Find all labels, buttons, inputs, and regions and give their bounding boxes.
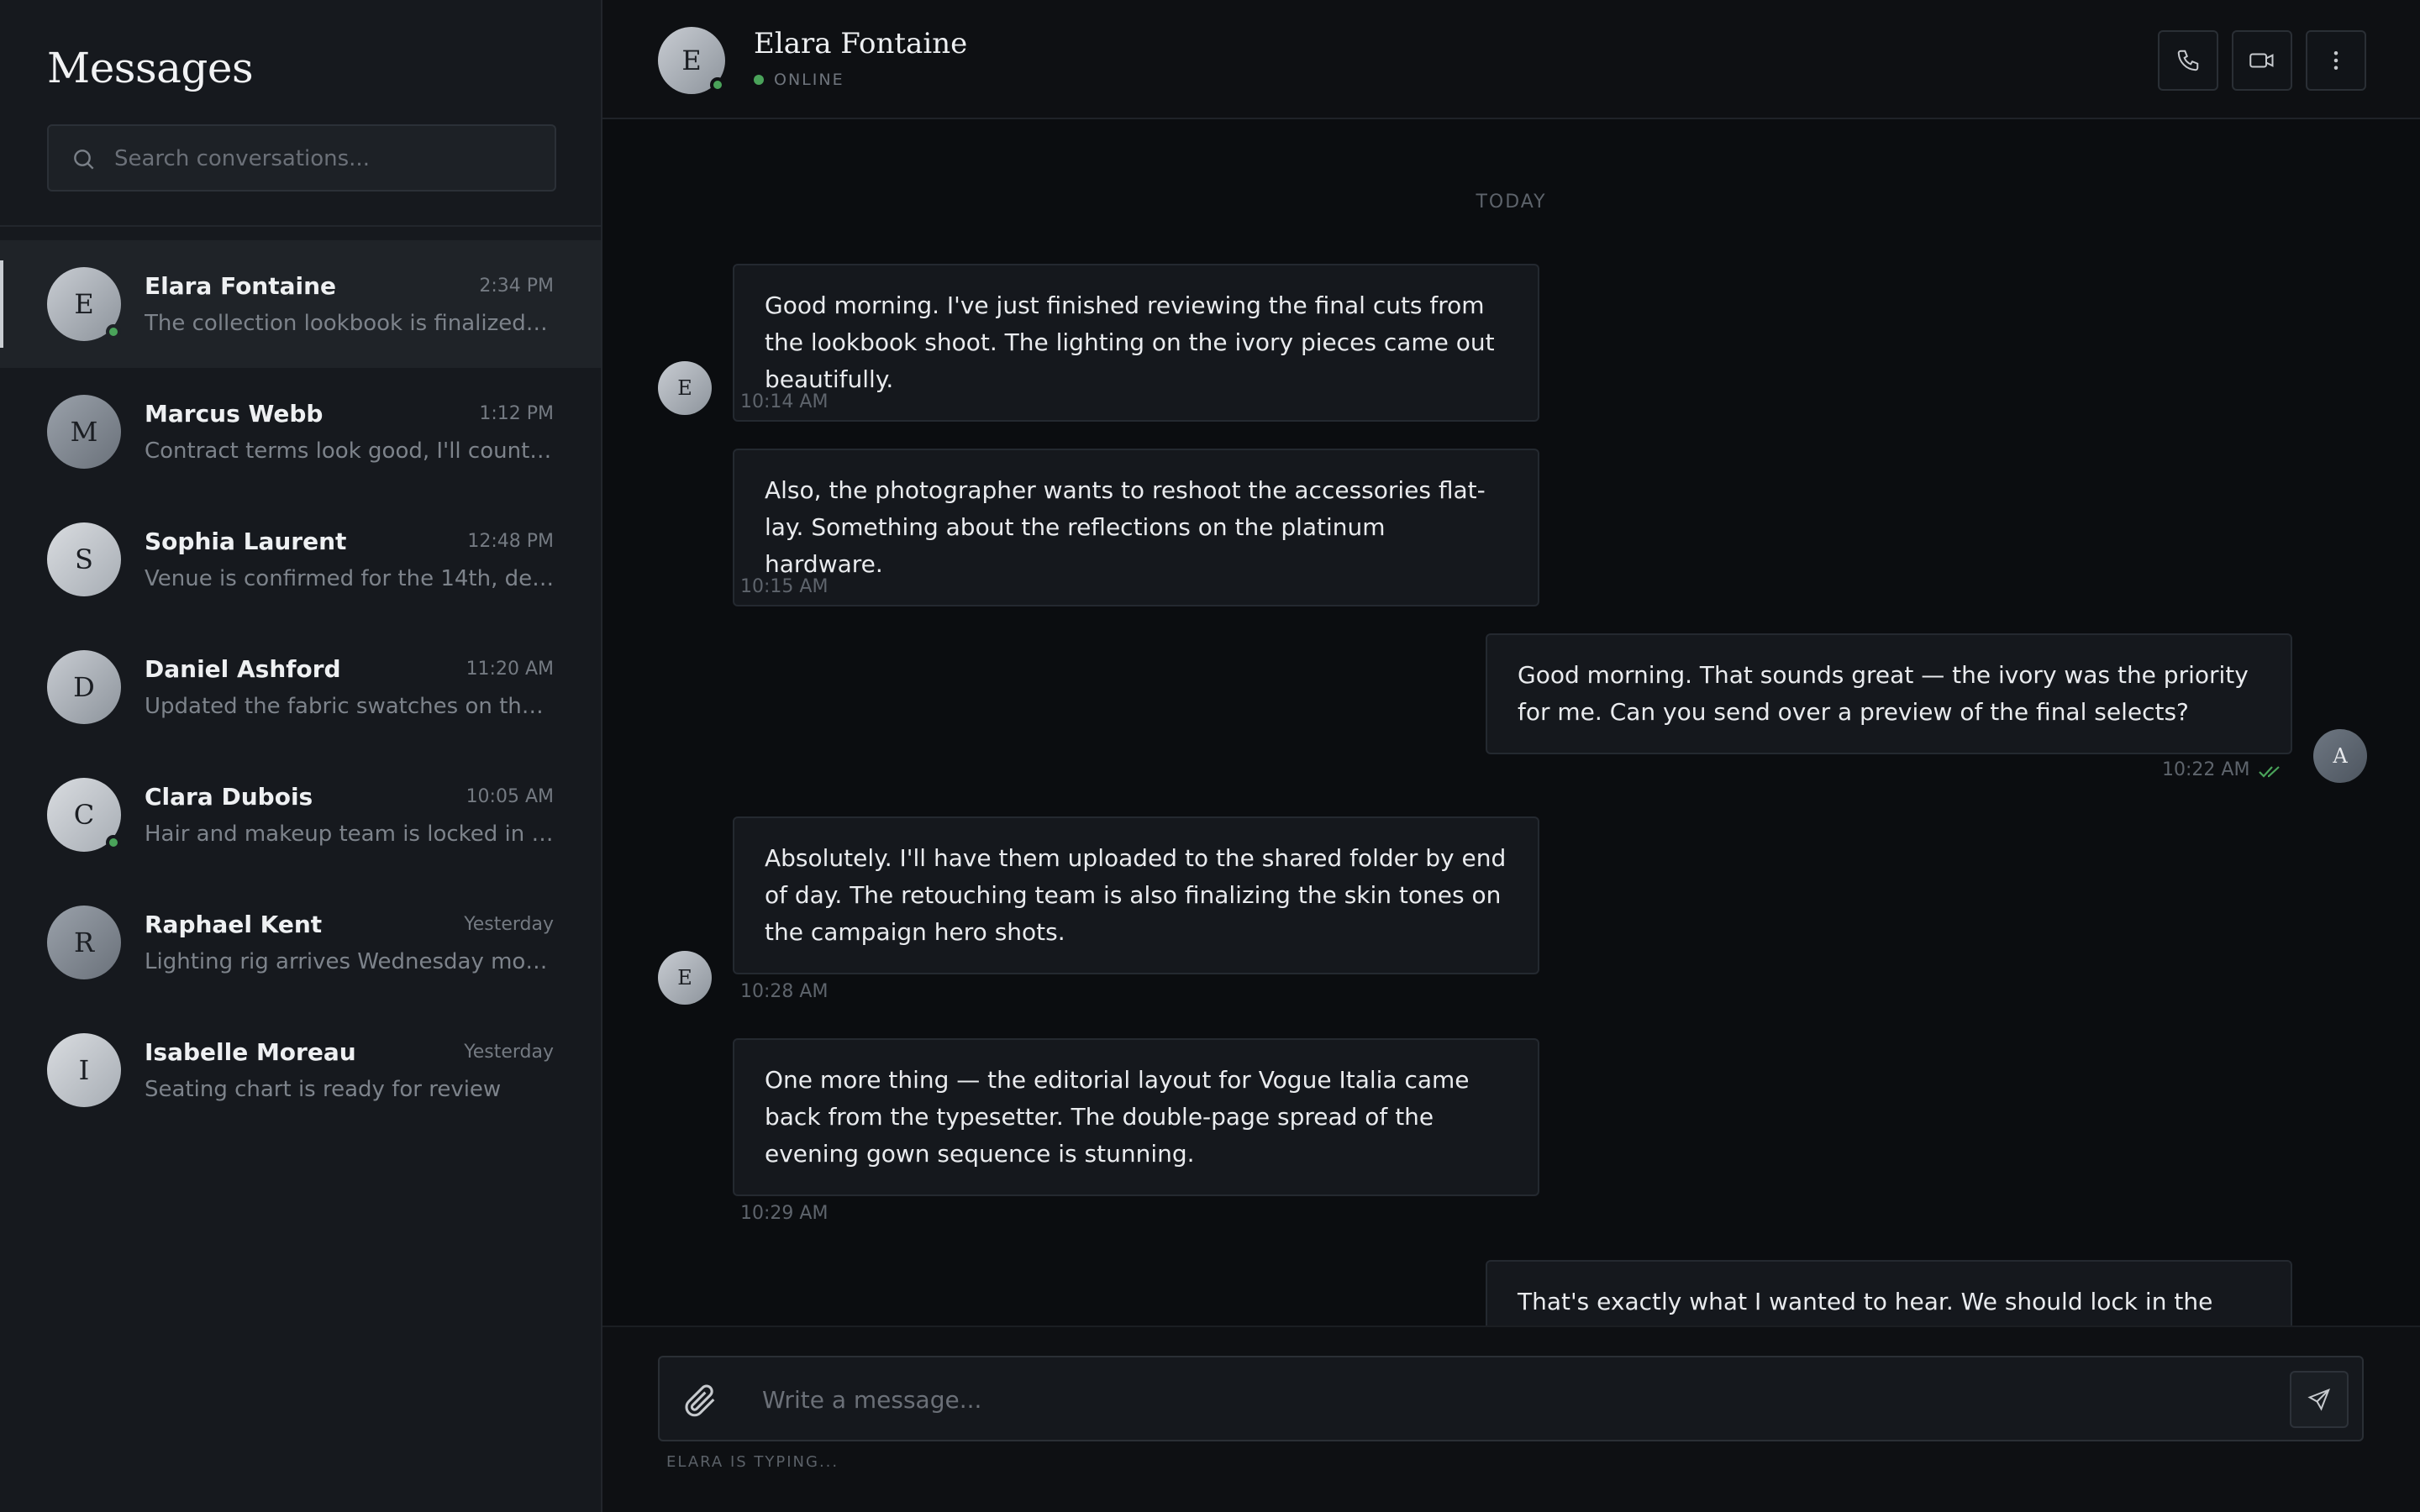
avatar-initial: M [70, 416, 98, 448]
conversation-name: Marcus Webb [145, 400, 324, 428]
video-call-button[interactable] [2232, 30, 2292, 91]
conversation-preview: Updated the fabric swatches on the shar.… [145, 694, 555, 719]
messaging-app: Messages E Elara Fontaine 2:34 PM The co… [0, 0, 2420, 1512]
conversation-item-daniel-ashford[interactable]: D Daniel Ashford 11:20 AM Updated the fa… [0, 623, 601, 751]
contact-name: Elara Fontaine [754, 27, 968, 60]
conversation-name: Isabelle Moreau [145, 1038, 356, 1066]
avatar: M [47, 395, 121, 469]
call-button[interactable] [2158, 30, 2218, 91]
message-bubble-incoming[interactable]: Good morning. I've just finished reviewi… [733, 264, 1539, 422]
sidebar: Messages E Elara Fontaine 2:34 PM The co… [0, 0, 602, 1512]
conversation-time: Yesterday [464, 1042, 554, 1063]
avatar-initial: C [73, 799, 95, 831]
conversation-item-elara-fontaine[interactable]: E Elara Fontaine 2:34 PM The collection … [0, 240, 601, 368]
message-avatar: E [658, 951, 712, 1005]
message-bubble-incoming[interactable]: Also, the photographer wants to reshoot … [733, 449, 1539, 606]
avatar-initial: E [74, 288, 94, 320]
chat-header: E Elara Fontaine ONLINE [602, 0, 2420, 119]
online-indicator [106, 835, 121, 850]
conversation-time: 10:05 AM [466, 786, 554, 807]
double-check-icon [2259, 766, 2280, 778]
contact-avatar[interactable]: E [658, 27, 725, 94]
avatar: E [47, 267, 121, 341]
conversation-time: Yesterday [464, 914, 554, 935]
conversation-time: 11:20 AM [466, 659, 554, 680]
avatar: I [47, 1033, 121, 1107]
online-indicator [106, 324, 121, 339]
conversation-item-marcus-webb[interactable]: M Marcus Webb 1:12 PM Contract terms loo… [0, 368, 601, 496]
avatar: D [47, 650, 121, 724]
message-time: 10:28 AM [740, 981, 829, 1002]
conversation-name: Sophia Laurent [145, 528, 347, 555]
message-thread[interactable]: TODAY Good morning. I've just finished r… [602, 119, 2420, 1326]
message-composer: ELARA IS TYPING... [602, 1326, 2420, 1512]
conversation-preview: Hair and makeup team is locked in for Sa… [145, 822, 555, 847]
conversation-preview: Seating chart is ready for review [145, 1077, 502, 1102]
date-separator: TODAY [1476, 192, 1547, 213]
conversation-preview: Contract terms look good, I'll countersi… [145, 438, 555, 464]
avatar-initial: A [2333, 744, 2348, 768]
search-box[interactable] [47, 124, 556, 192]
send-button[interactable] [2290, 1371, 2349, 1428]
conversation-list: E Elara Fontaine 2:34 PM The collection … [0, 240, 601, 1134]
conversation-preview: Venue is confirmed for the 14th, deposit… [145, 566, 555, 591]
message-time: 10:22 AM [2162, 759, 2250, 780]
send-icon [2307, 1388, 2331, 1411]
video-camera-icon [2249, 53, 2274, 68]
avatar: R [47, 906, 121, 979]
conversation-time: 12:48 PM [467, 531, 554, 552]
sidebar-divider [0, 225, 601, 227]
avatar-initial: D [73, 671, 95, 703]
message-input[interactable] [760, 1357, 2243, 1441]
composer-box [658, 1356, 2364, 1441]
avatar: C [47, 778, 121, 852]
my-avatar: A [2313, 729, 2367, 783]
message-bubble-outgoing[interactable]: Good morning. That sounds great — the iv… [1486, 633, 2292, 754]
conversation-item-raphael-kent[interactable]: R Raphael Kent Yesterday Lighting rig ar… [0, 879, 601, 1006]
avatar-initial: E [677, 376, 692, 400]
chat-panel: E Elara Fontaine ONLINE TODAY Good morni… [602, 0, 2420, 1512]
message-avatar: E [658, 361, 712, 415]
avatar-initial: E [677, 966, 692, 990]
avatar-initial: S [75, 543, 93, 575]
online-indicator [710, 77, 725, 92]
conversation-item-clara-dubois[interactable]: C Clara Dubois 10:05 AM Hair and makeup … [0, 751, 601, 879]
conversation-preview: Lighting rig arrives Wednesday morning [145, 949, 555, 974]
status-text: ONLINE [774, 71, 844, 89]
paperclip-icon[interactable] [681, 1381, 720, 1420]
avatar-initial: R [73, 927, 95, 958]
search-input[interactable] [113, 126, 544, 192]
typing-indicator: ELARA IS TYPING... [666, 1453, 839, 1471]
message-bubble-incoming[interactable]: Absolutely. I'll have them uploaded to t… [733, 816, 1539, 974]
message-bubble-incoming[interactable]: One more thing — the editorial layout fo… [733, 1038, 1539, 1196]
conversation-time: 1:12 PM [479, 403, 554, 424]
conversation-name: Daniel Ashford [145, 655, 341, 683]
message-time: 10:14 AM [740, 391, 829, 412]
avatar: S [47, 522, 121, 596]
phone-icon [2177, 50, 2199, 71]
message-time: 10:15 AM [740, 576, 829, 597]
message-time: 10:29 AM [740, 1203, 829, 1224]
search-icon [74, 150, 94, 170]
sidebar-title: Messages [47, 44, 254, 92]
conversation-name: Elara Fontaine [145, 272, 337, 300]
avatar-initial: I [78, 1054, 90, 1086]
conversation-name: Clara Dubois [145, 783, 313, 811]
status-dot [754, 75, 764, 85]
contact-status: ONLINE [754, 71, 844, 89]
conversation-item-sophia-laurent[interactable]: S Sophia Laurent 12:48 PM Venue is confi… [0, 496, 601, 623]
avatar-initial: E [681, 45, 702, 76]
conversation-item-isabelle-moreau[interactable]: I Isabelle Moreau Yesterday Seating char… [0, 1006, 601, 1134]
more-vertical-icon [2333, 51, 2338, 70]
message-bubble-outgoing[interactable]: That's exactly what I wanted to hear. We… [1486, 1260, 2292, 1326]
conversation-name: Raphael Kent [145, 911, 323, 938]
more-options-button[interactable] [2306, 30, 2366, 91]
conversation-time: 2:34 PM [479, 276, 554, 297]
conversation-preview: The collection lookbook is finalized — s… [145, 311, 555, 336]
